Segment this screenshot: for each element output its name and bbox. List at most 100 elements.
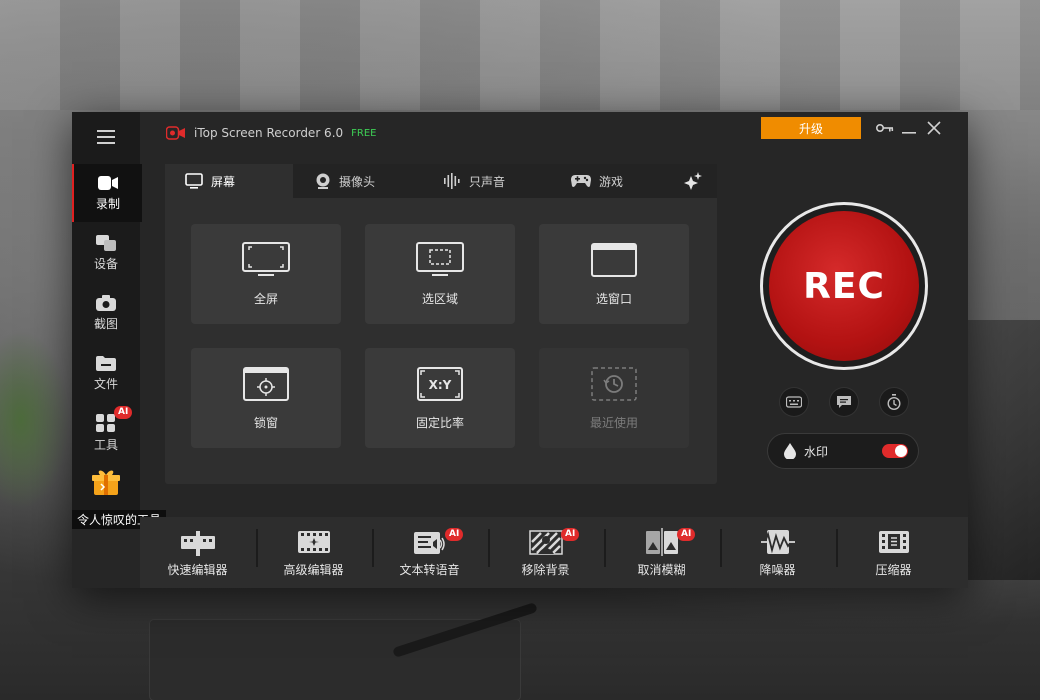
capture-panel: 屏幕 摄像头 只声音 游戏 全屏 选区域 选窗口 锁窗 X:Y 固定比率 最近使… <box>165 164 717 484</box>
devices-icon <box>96 234 116 251</box>
mode-label: 全屏 <box>253 292 278 306</box>
minimize-button[interactable] <box>898 118 920 138</box>
tool-label: 压缩器 <box>875 562 912 577</box>
sidebar-item-record[interactable]: 录制 <box>72 164 142 222</box>
tab-screen[interactable]: 屏幕 <box>165 164 293 198</box>
sidebar-item-label: 文件 <box>93 376 118 391</box>
audio-wave-icon <box>444 173 460 189</box>
sidebar-item-tools[interactable]: 工具 AI <box>72 404 140 462</box>
tab-label: 游戏 <box>599 174 624 189</box>
tab-webcam[interactable]: 摄像头 <box>293 164 421 198</box>
webcam-icon <box>316 173 330 189</box>
stopwatch-icon <box>887 394 901 410</box>
ai-magic-button[interactable] <box>677 164 717 198</box>
tools-icon <box>96 413 115 432</box>
comment-icon <box>837 396 851 408</box>
fixed-ratio-icon: X:Y <box>417 367 463 401</box>
sparkle-icon <box>684 172 702 190</box>
watermark-toggle-row: 水印 <box>768 434 918 468</box>
app-logo-icon <box>166 126 185 140</box>
tool-label: 移除背景 <box>521 562 570 577</box>
sidebar-item-label: 工具 <box>93 437 118 452</box>
mode-fullscreen[interactable]: 全屏 <box>191 224 341 324</box>
key-icon <box>876 124 894 132</box>
folder-icon <box>96 355 116 371</box>
watermark-switch[interactable] <box>882 444 908 458</box>
tab-label: 只声音 <box>469 174 506 189</box>
timer-button[interactable] <box>880 388 908 416</box>
mode-label: 最近使用 <box>589 416 638 430</box>
keyboard-button[interactable] <box>780 388 808 416</box>
mode-select-window[interactable]: 选窗口 <box>539 224 689 324</box>
sidebar-item-devices[interactable]: 设备 <box>72 224 140 282</box>
gamepad-icon <box>571 175 591 187</box>
tool-label: 高级编辑器 <box>283 562 344 577</box>
quick-editor-icon <box>180 527 215 556</box>
watermark-label: 水印 <box>804 444 829 459</box>
tool-advanced-editor[interactable]: 高级编辑器 <box>256 517 371 588</box>
tab-label: 屏幕 <box>211 174 236 189</box>
gift-button[interactable] <box>92 468 120 496</box>
menu-button[interactable] <box>72 112 140 162</box>
sidebar-item-label: 录制 <box>95 196 120 211</box>
sidebar: 录制 设备 截图 文件 工具 AI <box>72 112 142 510</box>
sidebar-item-files[interactable]: 文件 <box>72 344 140 402</box>
tool-text-to-speech[interactable]: 文本转语音 AI <box>372 517 487 588</box>
rec-ring: REC <box>760 202 928 370</box>
gift-icon <box>92 470 120 495</box>
tool-label: 降噪器 <box>759 562 796 577</box>
recent-icon <box>591 367 637 401</box>
sidebar-item-screenshot[interactable]: 截图 <box>72 284 140 342</box>
tool-denoise[interactable]: 降噪器 <box>720 517 835 588</box>
remove-background-icon <box>528 529 563 555</box>
fullscreen-icon <box>242 242 290 276</box>
ai-badge: AI <box>445 528 464 541</box>
app-title: iTop Screen Recorder 6.0 FREE <box>166 126 377 140</box>
mode-label: 选区域 <box>421 292 458 306</box>
tool-remove-background[interactable]: 移除背景 AI <box>488 517 603 588</box>
annotation-button[interactable] <box>830 388 858 416</box>
screenshot-icon <box>96 294 116 311</box>
close-icon <box>927 121 941 135</box>
monitor-icon <box>185 173 203 189</box>
tab-game[interactable]: 游戏 <box>549 164 677 198</box>
edition-badge: FREE <box>351 127 377 139</box>
tab-label: 摄像头 <box>339 174 376 189</box>
camera-record-icon <box>98 175 118 190</box>
mode-label: 固定比率 <box>415 416 464 430</box>
unblur-icon <box>645 527 678 556</box>
app-window: 录制 设备 截图 文件 工具 AI iTop Screen Recorder 6… <box>72 112 968 588</box>
tool-unblur[interactable]: 取消模糊 AI <box>604 517 719 588</box>
lock-window-icon <box>243 367 289 401</box>
rec-button[interactable]: REC <box>769 211 919 361</box>
hamburger-icon <box>97 130 115 144</box>
keyboard-icon <box>786 396 802 408</box>
mode-recent[interactable]: 最近使用 <box>539 348 689 448</box>
ratio-text: X:Y <box>429 378 452 392</box>
text-to-speech-icon <box>413 531 445 554</box>
sidebar-item-label: 设备 <box>93 256 118 271</box>
ai-badge: AI <box>114 406 133 419</box>
close-button[interactable] <box>923 118 945 138</box>
background-window <box>0 0 1040 110</box>
minimize-icon <box>902 132 916 134</box>
mode-select-region[interactable]: 选区域 <box>365 224 515 324</box>
droplet-icon <box>784 443 796 459</box>
mode-lock-window[interactable]: 锁窗 <box>191 348 341 448</box>
mode-label: 锁窗 <box>253 416 278 430</box>
tools-bar: 快速编辑器 高级编辑器 文本转语音 AI 移除背景 AI 取消模糊 AI 降噪器… <box>140 517 968 588</box>
license-key-button[interactable] <box>874 118 896 138</box>
tool-quick-editor[interactable]: 快速编辑器 <box>140 517 255 588</box>
denoise-icon <box>760 529 795 554</box>
ai-badge: AI <box>677 528 696 541</box>
compressor-icon <box>878 530 909 553</box>
select-region-icon <box>416 242 464 276</box>
upgrade-button[interactable]: 升级 <box>761 117 861 139</box>
tool-compressor[interactable]: 压缩器 <box>836 517 951 588</box>
tool-label: 快速编辑器 <box>167 562 228 577</box>
mode-fixed-ratio[interactable]: X:Y 固定比率 <box>365 348 515 448</box>
titlebar: iTop Screen Recorder 6.0 FREE 升级 <box>140 112 968 154</box>
select-window-icon <box>591 243 637 277</box>
tab-audio-only[interactable]: 只声音 <box>421 164 549 198</box>
mode-label: 选窗口 <box>595 292 632 306</box>
